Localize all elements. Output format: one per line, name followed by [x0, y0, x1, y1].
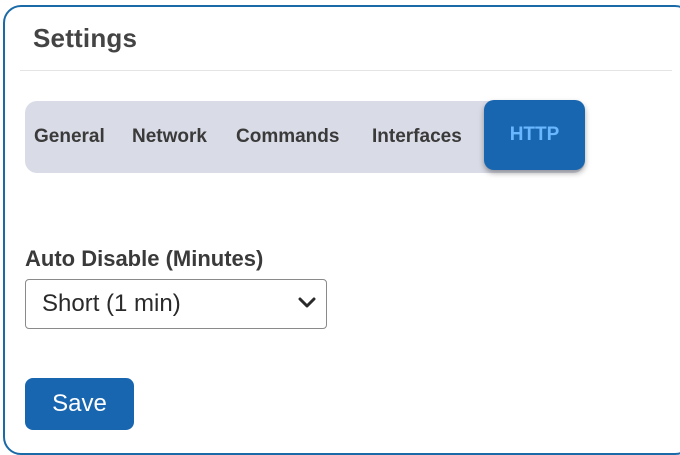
- auto-disable-selected-value: Short (1 min): [42, 290, 181, 317]
- tab-general[interactable]: General: [34, 101, 105, 173]
- chevron-down-icon: [298, 297, 316, 308]
- tab-commands[interactable]: Commands: [236, 101, 339, 173]
- header-divider: [20, 70, 672, 71]
- auto-disable-label: Auto Disable (Minutes): [25, 246, 264, 271]
- save-button[interactable]: Save: [25, 378, 134, 430]
- tab-interfaces[interactable]: Interfaces: [372, 101, 462, 173]
- tab-http[interactable]: HTTP: [484, 100, 585, 170]
- auto-disable-select[interactable]: Short (1 min): [25, 279, 327, 329]
- tab-bar: General Network Commands Interfaces HTTP: [25, 100, 585, 173]
- tab-network[interactable]: Network: [132, 101, 207, 173]
- page-title: Settings: [33, 23, 138, 53]
